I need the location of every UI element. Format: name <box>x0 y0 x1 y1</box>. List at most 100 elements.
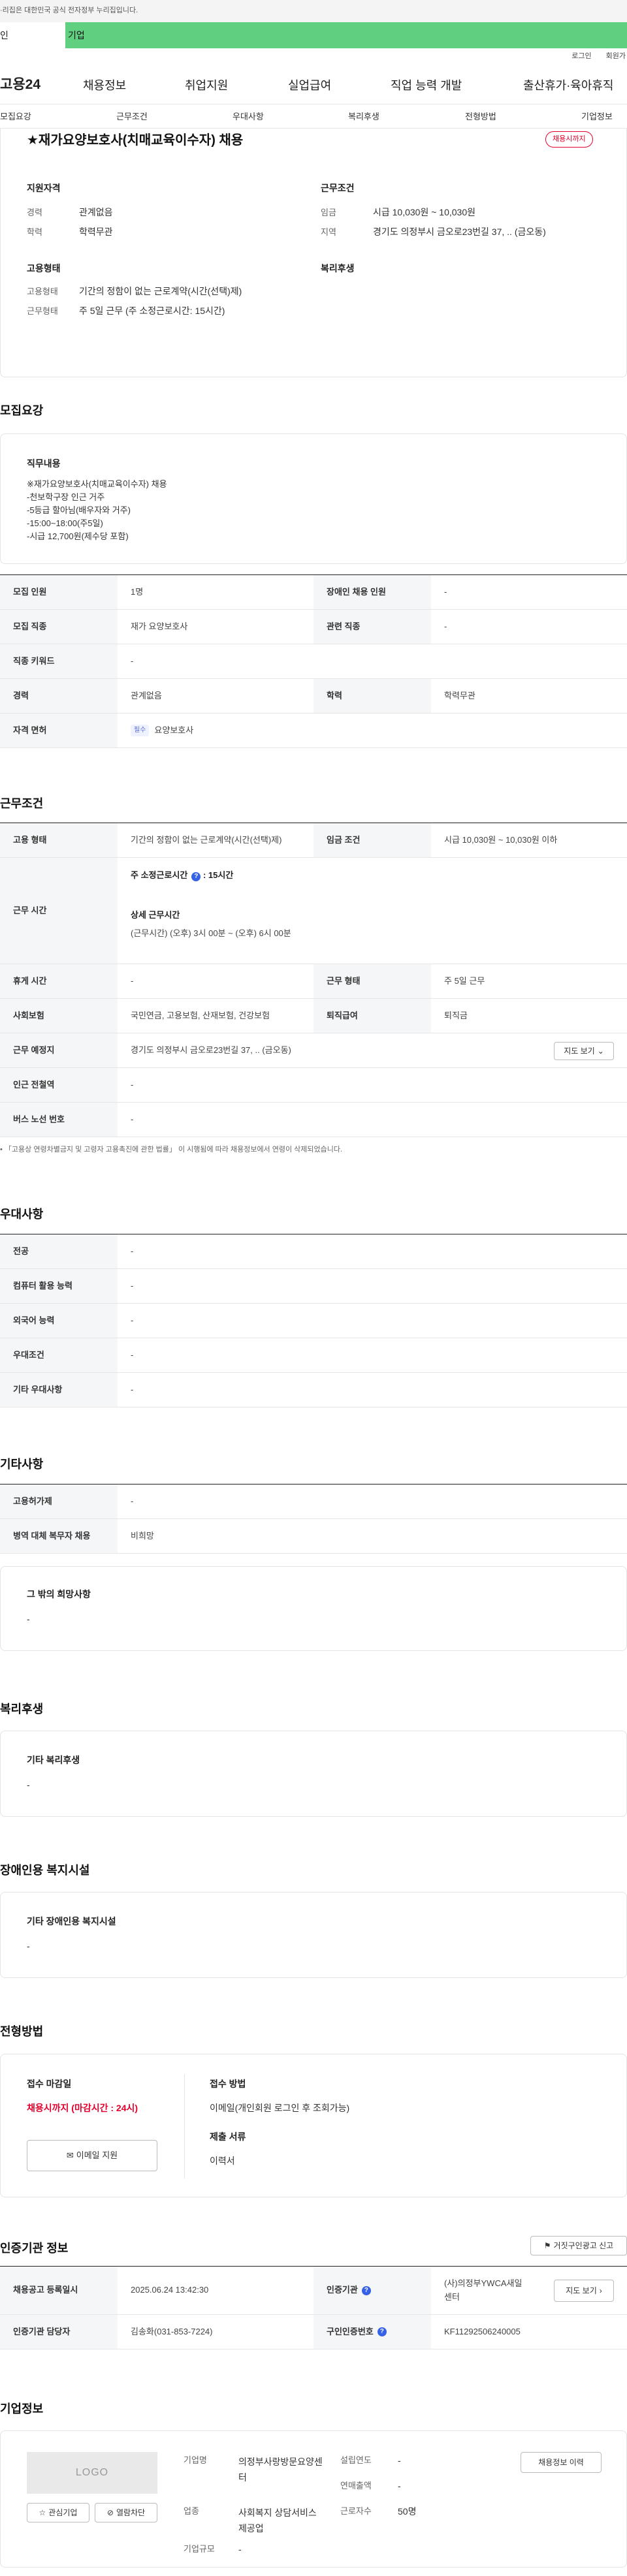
join-link[interactable]: 회원가 <box>606 52 626 61</box>
gnb-menu-job-training[interactable]: 직업 능력 개발 <box>391 78 462 94</box>
conditions-heading: 근무조건 <box>0 797 44 810</box>
anchor-preference[interactable]: 우대사항 <box>233 111 264 123</box>
gnb-menu-maternity-leave[interactable]: 출산휴가·육아휴직 <box>523 78 613 94</box>
table-row: 우대조건 - <box>0 1338 627 1373</box>
gov-banner: ·리집은 대한민국 공식 전자정부 누리집입니다. <box>0 0 627 22</box>
sales-value: - <box>398 2481 401 2491</box>
founded-value: - <box>398 2455 401 2466</box>
welfare-heading: 복리후생 <box>321 263 355 274</box>
gnb-menu-unemployment-benefit[interactable]: 실업급여 <box>288 78 331 94</box>
report-icon: ⚑ <box>543 2240 551 2250</box>
table-row: 경력 관계없음 학력 학력무관 <box>0 679 627 714</box>
workform-value: 주 5일 근무 <box>444 975 485 986</box>
area-label: 지역 <box>321 227 336 237</box>
recruit-table: 모집 인원 1명 장애인 채용 인원 - 모집 직종 재가 요양보호사 관련 직… <box>0 574 627 748</box>
report-fake-ad-button[interactable]: ⚑ 거짓구인광고 신고 <box>530 2236 627 2255</box>
etc-table: 고용허가제 - 병역 대체 복무자 채용 비희망 <box>0 1484 627 1554</box>
career-label: 경력 <box>27 208 42 217</box>
computer-value: - <box>131 1280 134 1291</box>
pref-value: - <box>131 1349 134 1360</box>
qual-heading: 지원자격 <box>27 183 61 193</box>
method-title: 접수 방법 <box>210 2079 246 2089</box>
etc-heading: 기타사항 <box>0 1458 44 1471</box>
pref-label: 우대조건 <box>0 1338 118 1372</box>
license-cell: 필수 요양보호사 <box>118 714 627 747</box>
welfare-other-value: - <box>27 1780 30 1790</box>
selection-heading: 전형방법 <box>0 2025 44 2038</box>
founded-label: 설립연도 <box>340 2455 372 2465</box>
emp-heading: 고용형태 <box>27 263 61 274</box>
table-row: 인근 전철역 - <box>0 1068 627 1103</box>
company-name-label: 기업명 <box>184 2455 207 2465</box>
table-row: 전공 - <box>0 1234 627 1269</box>
employees-label: 근로자수 <box>340 2506 372 2516</box>
hours-weekly-value: : 15시간 <box>202 870 234 880</box>
table-row: 버스 노선 번호 - <box>0 1103 627 1137</box>
permit-value: - <box>131 1496 134 1506</box>
edu-label: 학력 <box>314 679 431 713</box>
divider <box>184 2074 185 2178</box>
manager-label: 인증기관 담당자 <box>0 2315 118 2349</box>
cert-label: 구인인증번호? <box>314 2315 431 2349</box>
license-label: 자격 면허 <box>0 714 118 747</box>
welfare-section-heading: 복리후생 <box>0 1703 44 1716</box>
login-link[interactable]: 로그인 <box>571 52 591 61</box>
preference-heading: 우대사항 <box>0 1208 44 1221</box>
wage-label: 임금 <box>321 208 336 217</box>
docs-value: 이력서 <box>210 2156 235 2166</box>
tab-company[interactable]: 기업 <box>65 22 85 48</box>
anchor-recruit[interactable]: 모집요강 <box>0 111 31 123</box>
info-icon[interactable]: ? <box>191 872 201 881</box>
job-history-button[interactable]: 채용정보 이력 <box>521 2452 602 2473</box>
career-value: 관계없음 <box>79 207 113 217</box>
license-value: 요양보호사 <box>154 725 194 735</box>
agency-label: 인증기관? <box>314 2267 431 2314</box>
anchor-selection[interactable]: 전형방법 <box>465 111 496 123</box>
severance-value: 퇴직금 <box>444 1010 468 1020</box>
interest-company-button[interactable]: ☆ 관심기업 <box>27 2503 89 2522</box>
major-value: - <box>131 1246 134 1256</box>
gnb-menu-jobs[interactable]: 채용정보 <box>83 78 126 94</box>
email-apply-button[interactable]: ✉ 이메일 지원 <box>27 2140 157 2171</box>
tab-personal[interactable]: 인 <box>0 22 65 48</box>
emptype-value: 기간의 정함이 없는 근로계약(시간(선택)제) <box>131 834 282 845</box>
agency-map-button[interactable]: 지도 보기 › <box>554 2280 614 2302</box>
anchor-company[interactable]: 기업정보 <box>581 111 613 123</box>
age-notice-text: 「고용상 연령차별금지 및 고령자 고용촉진에 관한 법률」 이 시행됨에 따라… <box>4 1146 343 1154</box>
place-value: 경기도 의정부시 금오로23번길 37, .. (금오동) <box>131 1045 291 1055</box>
company-logo: LOGO <box>27 2452 157 2494</box>
disability-other-value: - <box>27 1941 30 1951</box>
table-row: 컴퓨터 활용 능력 - <box>0 1269 627 1304</box>
company-heading: 기업정보 <box>0 2402 44 2415</box>
military-value: 비희망 <box>131 1530 154 1541</box>
mail-icon: ✉ <box>66 2150 74 2160</box>
site-logo[interactable]: 고용24 <box>0 75 40 94</box>
table-row: 직종 키워드 - <box>0 644 627 679</box>
disability-other-title: 기타 장애인용 복지시설 <box>27 1916 116 1926</box>
block-view-button[interactable]: ⊘ 열람차단 <box>95 2503 157 2522</box>
map-view-button[interactable]: 지도 보기 ⌄ <box>554 1042 614 1060</box>
emptype-label: 고용 형태 <box>0 823 118 857</box>
size-value: - <box>238 2544 242 2554</box>
jobtype-value: 재가 요양보호사 <box>131 621 188 631</box>
gnb-menu-employment-support[interactable]: 취업지원 <box>185 78 228 94</box>
agency-value: (사)의정부YWCA새일센터 <box>444 2278 522 2302</box>
anchor-conditions[interactable]: 근무조건 <box>116 111 148 123</box>
edu-value: 학력무관 <box>79 227 113 237</box>
block-view-label: 열람차단 <box>116 2507 146 2517</box>
wishes-value: - <box>27 1614 30 1624</box>
anchor-welfare[interactable]: 복리후생 <box>348 111 379 123</box>
info-icon[interactable]: ? <box>377 2327 387 2336</box>
disabled-value: - <box>444 586 447 597</box>
table-row: 채용공고 등록일시 2025.06.24 13:42:30 인증기관? (사)의… <box>0 2267 627 2315</box>
util-nav: 로그인 회원가 <box>0 48 627 65</box>
welfare-other-title: 기타 복리후생 <box>27 1755 80 1765</box>
email-apply-label: 이메일 지원 <box>76 2150 118 2160</box>
disability-card: 기타 장애인용 복지시설 - <box>0 1892 627 1978</box>
related-label: 관련 직종 <box>314 610 431 644</box>
info-icon[interactable]: ? <box>361 2285 371 2295</box>
recruit-heading: 모집요강 <box>0 404 44 417</box>
rest-value: - <box>131 975 134 986</box>
edu-label: 학력 <box>27 227 42 237</box>
job-desc-line: -천보학구장 인근 거주 <box>27 492 105 502</box>
